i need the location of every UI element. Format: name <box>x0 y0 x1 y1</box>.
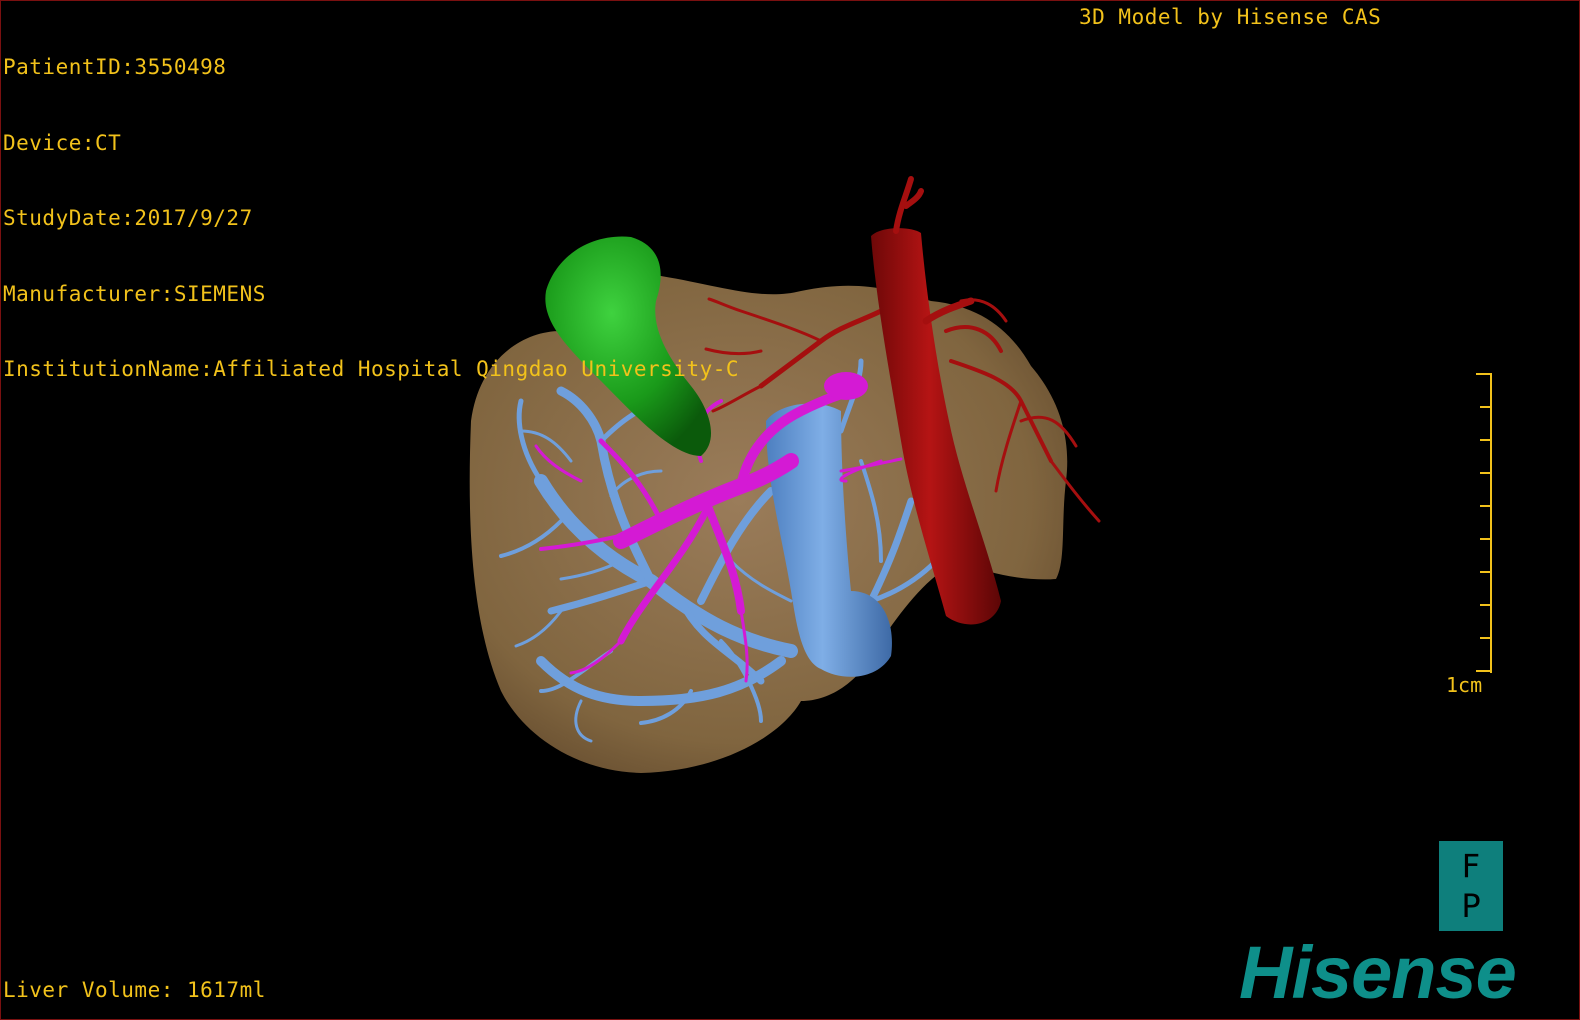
patient-id: PatientID:3550498 <box>3 55 227 79</box>
dicom-info-panel: PatientID:3550498 Device:CT StudyDate:20… <box>3 5 739 433</box>
3d-viewport[interactable]: PatientID:3550498 Device:CT StudyDate:20… <box>0 0 1580 1020</box>
liver-volume: Liver Volume: 1617ml <box>3 978 266 1002</box>
orientation-label-p: P <box>1461 887 1481 925</box>
hisense-logo: Hisense <box>1239 931 1517 1014</box>
orientation-cube-icon[interactable]: F P <box>1439 841 1503 931</box>
model-credit: 3D Model by Hisense CAS <box>1079 5 1382 29</box>
institution-name: InstitutionName:Affiliated Hospital Qing… <box>3 357 740 381</box>
scale-bar-icon <box>1475 373 1495 673</box>
orientation-label-f: F <box>1461 847 1481 885</box>
aorta-top-branch <box>893 176 924 234</box>
device: Device:CT <box>3 130 122 155</box>
scale-label: 1cm <box>1446 673 1483 697</box>
portal-vein-confluence <box>824 372 868 400</box>
study-date: StudyDate:2017/9/27 <box>3 206 253 230</box>
manufacturer: Manufacturer:SIEMENS <box>3 281 266 306</box>
